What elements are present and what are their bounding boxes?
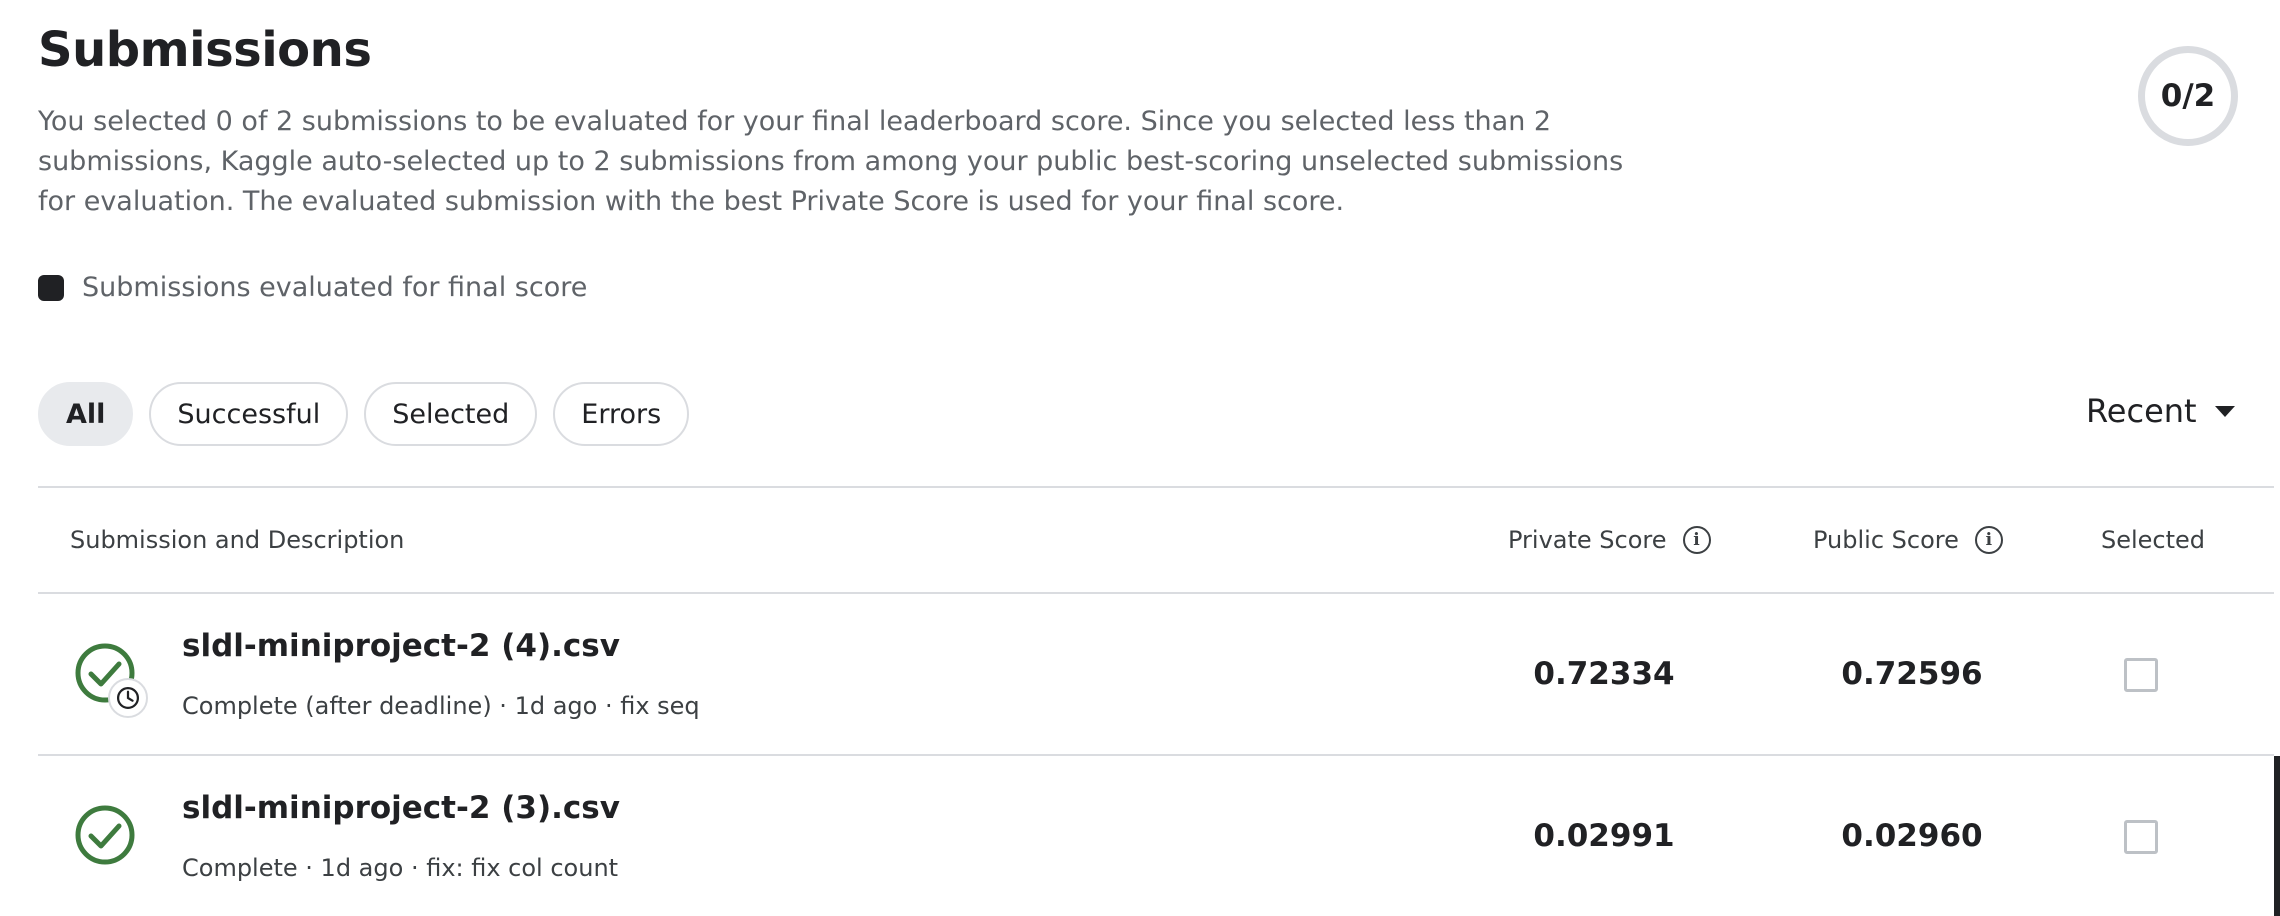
clock-icon bbox=[108, 678, 148, 718]
table-row[interactable]: sldl-miniproject-2 (4).csv Complete (aft… bbox=[38, 594, 2274, 754]
info-icon[interactable]: i bbox=[1682, 526, 1711, 554]
column-header-submission: Submission and Description bbox=[70, 488, 404, 592]
info-icon[interactable]: i bbox=[1974, 526, 2003, 554]
column-header-submission-label: Submission and Description bbox=[70, 526, 405, 554]
legend-swatch bbox=[38, 274, 64, 301]
column-header-public-score-label: Public Score bbox=[1813, 526, 1959, 554]
filter-chip-selected[interactable]: Selected bbox=[364, 382, 538, 446]
select-checkbox[interactable] bbox=[2124, 820, 2158, 854]
legend-label: Submissions evaluated for final score bbox=[82, 272, 588, 303]
check-circle-icon bbox=[75, 805, 135, 865]
submission-filename[interactable]: sldl-miniproject-2 (3).csv bbox=[182, 790, 620, 826]
submissions-table: Submission and Description Private Score… bbox=[38, 486, 2274, 916]
private-score: 0.02991 bbox=[1533, 818, 1675, 854]
public-score: 0.72596 bbox=[1841, 656, 1983, 692]
selection-counter: 0/2 bbox=[2138, 46, 2238, 146]
filter-chips: All Successful Selected Errors bbox=[38, 382, 690, 446]
submission-meta: Complete (after deadline) · 1d ago · fix… bbox=[182, 692, 700, 720]
column-header-private-score-label: Private Score bbox=[1508, 526, 1667, 554]
column-header-selected: Selected bbox=[2101, 488, 2205, 592]
column-header-private-score: Private Score i bbox=[1508, 488, 1711, 592]
caret-down-icon bbox=[2214, 405, 2235, 417]
select-checkbox[interactable] bbox=[2124, 658, 2158, 692]
public-score: 0.02960 bbox=[1841, 818, 1983, 854]
sort-dropdown[interactable]: Recent bbox=[2086, 392, 2235, 430]
page-title: Submissions bbox=[38, 22, 372, 78]
table-row[interactable]: sldl-miniproject-2 (3).csv Complete · 1d… bbox=[38, 756, 2274, 916]
filter-chip-errors[interactable]: Errors bbox=[553, 382, 690, 446]
scrollbar-thumb[interactable] bbox=[2274, 756, 2280, 916]
legend: Submissions evaluated for final score bbox=[38, 272, 587, 303]
submission-filename[interactable]: sldl-miniproject-2 (4).csv bbox=[182, 628, 620, 664]
sort-label: Recent bbox=[2086, 392, 2197, 430]
filter-chip-successful[interactable]: Successful bbox=[149, 382, 349, 446]
submissions-page: Submissions You selected 0 of 2 submissi… bbox=[0, 0, 2280, 916]
private-score: 0.72334 bbox=[1533, 656, 1675, 692]
filter-chip-all[interactable]: All bbox=[38, 382, 134, 446]
submission-meta: Complete · 1d ago · fix: fix col count bbox=[182, 854, 619, 882]
column-header-selected-label: Selected bbox=[2101, 526, 2206, 554]
column-header-public-score: Public Score i bbox=[1813, 488, 2003, 592]
page-description: You selected 0 of 2 submissions to be ev… bbox=[38, 106, 1624, 217]
table-header: Submission and Description Private Score… bbox=[38, 488, 2274, 592]
